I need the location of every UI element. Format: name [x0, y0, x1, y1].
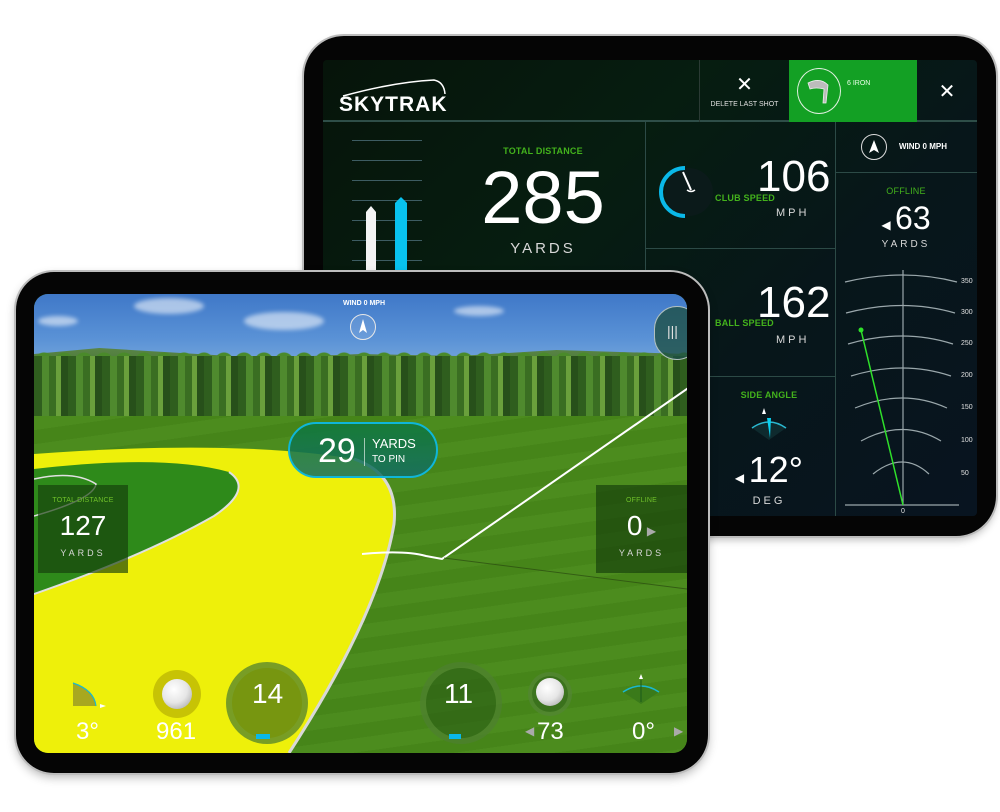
close-icon: ✕	[736, 73, 753, 96]
golf-ball-icon	[162, 679, 192, 709]
divider	[364, 438, 365, 466]
side-angle-unit: DEG	[752, 495, 786, 507]
gauge-indicator	[449, 734, 461, 739]
offline-unit: YARDS	[618, 548, 665, 558]
trajectory-scale-label: 200	[961, 372, 973, 379]
total-distance-value: 285	[481, 156, 605, 239]
club-speed-value: 106	[757, 152, 831, 201]
wind-panel: WIND 0 MPH	[835, 122, 977, 172]
total-distance-unit: YARDS	[510, 240, 576, 257]
logo-text: SKYTRAK	[339, 93, 448, 116]
wind-label: WIND 0 MPH	[343, 300, 385, 307]
trajectory-scale-label: 50	[961, 470, 969, 477]
club-speed-gauge-value: 14	[252, 678, 284, 709]
close-button[interactable]: ✕	[917, 60, 977, 122]
to-pin-label: TO PIN	[372, 454, 406, 465]
offline-direction-icon: ▶	[646, 524, 657, 538]
offline-label: OFFLINE	[626, 497, 657, 504]
front-tablet: 250 WIND 0 MPH ||| 29 YARDS TO PIN TOTAL…	[16, 272, 708, 773]
ball-speed-unit: MPH	[776, 334, 810, 346]
club-speed-panel: CLUB SPEED 106 MPH	[645, 122, 835, 248]
sidespin-direction-icon: ◀	[525, 724, 535, 738]
side-menu-handle[interactable]: |||	[654, 306, 687, 360]
total-distance-label: TOTAL DISTANCE	[52, 497, 114, 504]
delete-label: DELETE LAST SHOT	[710, 100, 779, 108]
trajectory-scale-label: 250	[961, 340, 973, 347]
total-distance-box: TOTAL DISTANCE 127 YARDS	[38, 485, 128, 573]
side-angle-value: 0°	[632, 718, 655, 745]
side-angle-icon	[751, 408, 787, 440]
club-label: 6 IRON	[847, 80, 871, 87]
launch-angle-icon	[72, 682, 106, 708]
top-bar: SKYTRAK ✕ DELETE LAST SHOT 6 IRON ✕	[323, 60, 977, 122]
club-speed-gauge-icon	[659, 166, 713, 218]
offline-unit: YARDS	[881, 239, 931, 250]
total-distance-unit: YARDS	[60, 548, 106, 558]
skytrak-logo: SKYTRAK	[339, 78, 449, 118]
delete-last-shot-button[interactable]: ✕ DELETE LAST SHOT	[699, 60, 789, 122]
backspin-value: 961	[156, 718, 197, 745]
close-icon: ✕	[938, 80, 956, 103]
ball-speed-gauge-value: 11	[444, 678, 474, 709]
trajectory-scale-label: 0	[901, 508, 905, 515]
total-bar	[395, 197, 407, 272]
product-showcase: SKYTRAK ✕ DELETE LAST SHOT 6 IRON ✕ TOTA…	[0, 0, 1000, 812]
club-speed-unit: MPH	[776, 207, 810, 219]
trajectory-scale-label: 300	[961, 309, 973, 316]
trajectory-scale-label: 350	[961, 278, 973, 285]
total-distance-panel: TOTAL DISTANCE 285 YARDS	[453, 146, 633, 257]
side-angle-direction-icon: ▶	[674, 724, 684, 738]
offline-value: 0	[626, 510, 643, 541]
carry-bar	[366, 206, 376, 272]
ball-speed-value: 162	[757, 278, 831, 327]
trajectory-scale-label: 100	[961, 437, 973, 444]
sidespin-value: 73	[537, 718, 564, 745]
total-distance-value: 127	[59, 510, 107, 541]
offline-panel: OFFLINE ◀ 63 YARDS	[835, 172, 977, 250]
gauge-indicator	[256, 734, 270, 739]
yards-label: YARDS	[372, 436, 416, 451]
menu-handle-icon: |||	[667, 323, 678, 339]
club-select-button[interactable]: 6 IRON	[789, 60, 917, 122]
golf-ball-icon	[536, 678, 564, 706]
total-distance-label: TOTAL DISTANCE	[503, 146, 583, 156]
trajectory-chart	[844, 270, 959, 506]
side-angle-icon	[622, 674, 660, 704]
yards-to-pin-value: 29	[318, 432, 356, 470]
side-angle-value: 12°	[748, 449, 804, 490]
iron-club-icon	[797, 68, 841, 114]
shot-trace	[860, 329, 904, 506]
wind-label: WIND 0 MPH	[899, 142, 947, 151]
side-angle-panel: SIDE ANGLE ◀ 12° DEG	[703, 376, 835, 516]
target-zone: 250	[34, 387, 687, 753]
wind-direction-icon	[861, 134, 887, 160]
offline-direction-icon: ◀	[881, 218, 891, 232]
offline-value: 63	[895, 200, 931, 236]
course-view: 250 WIND 0 MPH ||| 29 YARDS TO PIN TOTAL…	[34, 294, 687, 753]
wind-direction-icon	[350, 314, 376, 340]
side-angle-label: SIDE ANGLE	[740, 390, 798, 400]
yards-to-pin-badge: 29 YARDS TO PIN	[288, 422, 438, 478]
trajectory-scale-label: 150	[961, 404, 973, 411]
launch-angle-value: 3°	[76, 718, 99, 745]
side-angle-direction-icon: ◀	[734, 471, 745, 485]
offline-box: OFFLINE 0 ▶ YARDS	[596, 485, 687, 573]
offline-label: OFFLINE	[886, 186, 926, 196]
shot-landing-point	[858, 327, 864, 333]
